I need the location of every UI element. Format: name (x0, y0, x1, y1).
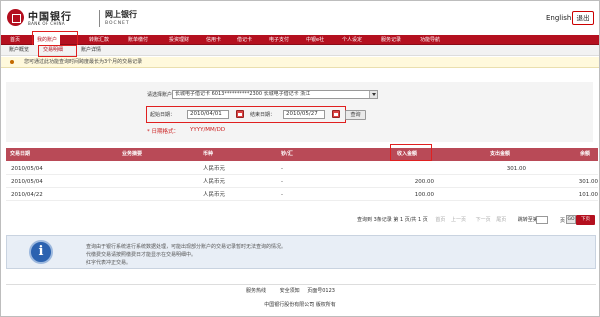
footer-divider (6, 284, 596, 285)
pagination: 查询到 3条记录 第 1 页/共 1 页 首页 上一页 下一页 尾页 跳转至第 (357, 216, 538, 223)
cell-currency: 人民币元 (203, 166, 226, 172)
start-date-input[interactable]: 2010/04/01 (187, 110, 229, 119)
end-date-label: 结束日期： (250, 112, 276, 118)
account-select[interactable]: 长城电子借记卡 6013**********2300 长城电子借记卡 浙江 (172, 90, 378, 99)
nav-item-invest[interactable]: 投资理财 (169, 35, 189, 45)
page-unit-label: 页 (560, 218, 566, 224)
footer-security-link[interactable]: 安全须知 (280, 288, 300, 294)
cell-currency: 人民币元 (203, 192, 226, 198)
calendar-icon[interactable] (236, 110, 244, 118)
footer-copyright: 中国银行股份有限公司 版权所有 (264, 302, 336, 308)
cell-date: 2010/04/22 (11, 192, 43, 198)
nav-item-bill-pay[interactable]: 账单缴付 (128, 35, 148, 45)
date-format-value: YYYY/MM/DD (190, 127, 226, 133)
nav-item-settings[interactable]: 个人设定 (342, 35, 362, 45)
cell-expense (466, 176, 526, 188)
cell-date: 2010/05/04 (11, 166, 43, 172)
logout-button[interactable]: 退出 (572, 11, 594, 25)
nav-item-transfer[interactable]: 转账汇款 (89, 35, 109, 45)
info-line-2: 代缴费交易请按照缴费日才能显示在交易明细中。 (86, 252, 197, 258)
end-date-input[interactable]: 2010/05/27 (283, 110, 325, 119)
notice-bullet-icon (10, 60, 14, 64)
ebank-title-en: BOCNET (105, 21, 130, 26)
bank-name-en: BANK OF CHINA (28, 21, 65, 26)
info-line-3: 红字代表冲正交易。 (86, 260, 132, 266)
cell-balance: 301.00 (578, 179, 598, 185)
next-page-button[interactable]: 下页 (576, 215, 595, 225)
cell-cash-remit: - (281, 179, 283, 185)
subnav-item-overview[interactable]: 账户概览 (9, 46, 29, 55)
subnav-item-details[interactable]: 账户详情 (81, 46, 101, 55)
table-row[interactable]: 2010/04/22 人民币元 - 100.00 101.00 (6, 189, 598, 201)
nav-item-function-nav[interactable]: 功能导航 (420, 35, 440, 45)
footer-hotline-link[interactable]: 服务热线 (246, 288, 266, 294)
notice-text: 您可通过此功能查询时间跨度最长为3个月的交易记录 (24, 59, 143, 65)
footer-page-number: 页面号0123 (307, 288, 335, 294)
english-link[interactable]: English (546, 14, 571, 22)
page-number-input[interactable] (536, 216, 548, 224)
cell-expense (466, 189, 526, 201)
account-select-value: 长城电子借记卡 6013**********2300 长城电子借记卡 浙江 (175, 91, 311, 97)
boc-logo-icon (7, 9, 24, 26)
nav-item-e-community[interactable]: 中银e社 (306, 35, 324, 45)
cell-date: 2010/05/04 (11, 179, 43, 185)
ebank-title-cn: 网上银行 (105, 10, 137, 19)
cell-balance: 101.00 (578, 192, 598, 198)
sub-nav: 账户概览 交易明细 账户详情 (1, 45, 599, 56)
start-date-label: 起始日期： (150, 112, 176, 118)
info-line-1: 查询由于银行系统进行系统数据处理，可能出现部分账户的交易记录暂时无法查询的情况。 (86, 244, 287, 250)
header-divider (99, 10, 100, 27)
nav-item-debit-card[interactable]: 借记卡 (237, 35, 252, 45)
pager-jump-label: 跳转至第 (517, 217, 538, 223)
main-nav: 首页 我的账户 转账汇款 账单缴付 投资理财 信用卡 借记卡 电子支付 中银e社… (1, 35, 599, 45)
col-header-expense: 支出金额 (490, 151, 511, 157)
notice-bar: 您可通过此功能查询时间跨度最长为3个月的交易记录 (1, 57, 599, 68)
cell-income (376, 163, 434, 175)
cell-cash-remit: - (281, 192, 283, 198)
col-header-summary: 业务摘要 (122, 151, 143, 157)
col-header-cash-remit: 钞/汇 (281, 151, 293, 157)
query-button[interactable]: 查询 (345, 110, 366, 120)
bank-logo[interactable]: 中国银行 BANK OF CHINA (7, 8, 103, 28)
highlight-my-account (32, 31, 78, 46)
pager-summary: 查询到 3条记录 第 1 页/共 1 页 (357, 217, 428, 223)
highlight-transactions (38, 45, 77, 57)
nav-item-credit-card[interactable]: 信用卡 (206, 35, 221, 45)
table-row[interactable]: 2010/05/04 人民币元 - 301.00 (6, 163, 598, 175)
pager-prev[interactable]: 上一页 (451, 217, 466, 223)
col-header-balance: 余额 (580, 151, 591, 157)
cell-currency: 人民币元 (203, 179, 226, 185)
header: 中国银行 BANK OF CHINA 网上银行 BOCNET (1, 1, 599, 34)
cell-cash-remit: - (281, 166, 283, 172)
chevron-down-icon[interactable] (369, 91, 377, 98)
info-icon: i (29, 240, 53, 264)
table-header: 交易日期 业务摘要 币种 钞/汇 收入金额 支出金额 余额 (6, 148, 598, 161)
nav-item-home[interactable]: 首页 (10, 35, 20, 45)
highlight-income-column (390, 144, 432, 161)
col-header-currency: 币种 (203, 151, 214, 157)
col-header-date: 交易日期 (10, 151, 31, 157)
pager-first[interactable]: 首页 (435, 217, 445, 223)
pager-last[interactable]: 尾页 (496, 217, 506, 223)
calendar-icon[interactable] (332, 110, 340, 118)
go-button[interactable]: GO (566, 215, 576, 224)
cell-expense: 301.00 (506, 166, 526, 172)
table-row[interactable]: 2010/05/04 人民币元 - 200.00 301.00 (6, 176, 598, 188)
cell-income: 200.00 (414, 179, 434, 185)
nav-item-service-record[interactable]: 服务记录 (381, 35, 401, 45)
ebank-title: 网上银行 BOCNET (105, 9, 137, 26)
footer-links: 服务热线 安全须知 页面号0123 (246, 287, 335, 294)
cell-income: 100.00 (414, 192, 434, 198)
date-format-label: * 日期格式： (147, 129, 179, 135)
cell-balance (546, 163, 598, 175)
pager-next[interactable]: 下一页 (476, 217, 491, 223)
nav-item-e-payment[interactable]: 电子支付 (269, 35, 289, 45)
